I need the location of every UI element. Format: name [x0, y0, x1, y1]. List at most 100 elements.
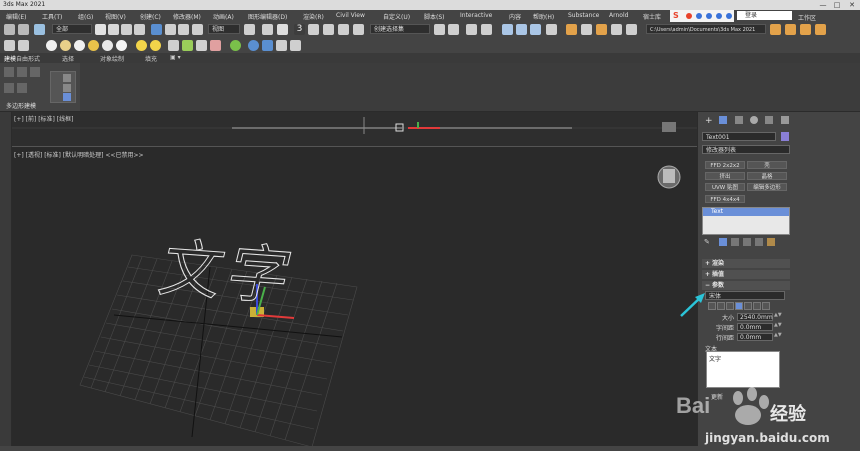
- project-path-dropdown[interactable]: C:\Users\admin\Documents\3ds Max 2021: [646, 24, 766, 34]
- layer-explorer-icon[interactable]: [466, 24, 477, 35]
- place-icon[interactable]: [192, 24, 203, 35]
- hide-icon[interactable]: [18, 40, 29, 51]
- slate-material-icon[interactable]: [546, 24, 557, 35]
- configure-sets-icon[interactable]: [755, 238, 763, 246]
- italic-icon[interactable]: [708, 302, 716, 310]
- justify-icon[interactable]: [753, 302, 761, 310]
- arnold-sky-icon[interactable]: [290, 40, 301, 51]
- render-iterative-icon[interactable]: [626, 24, 637, 35]
- edge-icon[interactable]: [63, 84, 71, 92]
- ime-keyboard-icon[interactable]: [716, 13, 722, 19]
- pin-stack-icon[interactable]: ✎: [704, 238, 712, 246]
- project-open-icon[interactable]: [785, 24, 796, 35]
- ime-menu-icon[interactable]: [726, 13, 732, 19]
- kerning-spinner-icon[interactable]: ▲▼: [774, 323, 782, 331]
- font-dropdown[interactable]: 宋体: [705, 291, 785, 300]
- workspace-label[interactable]: 工作区: [798, 13, 816, 22]
- underline-icon[interactable]: [717, 302, 725, 310]
- project-save-icon[interactable]: [815, 24, 826, 35]
- stack-item-text[interactable]: Text: [703, 208, 789, 216]
- align-center-icon[interactable]: [735, 302, 743, 310]
- teapot-icon[interactable]: [60, 40, 71, 51]
- edit-named-sets-icon[interactable]: [353, 24, 364, 35]
- login-box[interactable]: 登录: [737, 11, 792, 20]
- front-viewport[interactable]: [12, 112, 697, 147]
- named-selection-set-dropdown[interactable]: 创建选择集: [370, 24, 430, 34]
- geosphere-icon[interactable]: [74, 40, 85, 51]
- align-icon[interactable]: [448, 24, 459, 35]
- snap-toggle-icon[interactable]: 3: [294, 24, 305, 35]
- move-icon[interactable]: [151, 24, 162, 35]
- menu-tools[interactable]: 工具(T): [42, 12, 62, 21]
- tab-selection[interactable]: 选择: [62, 54, 74, 63]
- material-editor-icon[interactable]: [530, 24, 541, 35]
- kerning-field[interactable]: 0.0mm: [737, 323, 773, 331]
- keyboard-shortcut-icon[interactable]: [277, 24, 288, 35]
- curve-editor-icon[interactable]: [502, 24, 513, 35]
- rect-selection-icon[interactable]: [121, 24, 132, 35]
- menu-modifiers[interactable]: 修改器(M): [173, 12, 201, 21]
- modifier-lattice-button[interactable]: 晶格: [747, 172, 787, 180]
- menu-scripting[interactable]: 脚本(S): [424, 12, 445, 21]
- undo-icon[interactable]: [4, 24, 15, 35]
- ime-mic-icon[interactable]: [706, 13, 712, 19]
- tab-freeform[interactable]: 自由形式: [16, 54, 40, 63]
- ribbon-tool-5[interactable]: [17, 83, 27, 93]
- object-name-field[interactable]: Text001: [702, 132, 776, 141]
- close-button[interactable]: ✕: [845, 0, 859, 10]
- menu-interactive[interactable]: Interactive: [460, 12, 492, 19]
- leading-field[interactable]: 0.0mm: [737, 333, 773, 341]
- menu-customize[interactable]: 自定义(U): [383, 12, 410, 21]
- ribbon-tool-4[interactable]: [4, 83, 14, 93]
- menu-substance[interactable]: Substance: [568, 12, 599, 19]
- rollout-rendering[interactable]: + 渲染: [702, 259, 790, 268]
- project-new-icon[interactable]: [800, 24, 811, 35]
- polygon-icon[interactable]: [63, 93, 71, 101]
- ribbon-options-icon[interactable]: ▣ ▾: [170, 54, 181, 61]
- render-setup-icon[interactable]: [566, 24, 577, 35]
- hierarchy-tab-icon[interactable]: [735, 116, 743, 124]
- size-field[interactable]: 2540.0mm: [737, 313, 773, 321]
- scale-icon[interactable]: [178, 24, 189, 35]
- skylight-icon[interactable]: [116, 40, 127, 51]
- dynamics-icon[interactable]: [210, 40, 221, 51]
- ribbon-group-label[interactable]: 多边形建模: [6, 101, 36, 110]
- modifier-ffd444-button[interactable]: FFD 4x4x4: [705, 195, 745, 203]
- select-by-name-icon[interactable]: [108, 24, 119, 35]
- scene-text-object[interactable]: 文字: [152, 217, 308, 316]
- ribbon-tool-1[interactable]: [4, 67, 14, 77]
- link-icon[interactable]: [34, 24, 45, 35]
- perspective-viewport[interactable]: 文字: [12, 147, 697, 447]
- rotate-icon[interactable]: [165, 24, 176, 35]
- modify-tab-icon[interactable]: [719, 116, 727, 124]
- grid-snap-icon[interactable]: [168, 40, 179, 51]
- modifier-options-icon[interactable]: [767, 238, 775, 246]
- menu-group[interactable]: 组(G): [78, 12, 93, 21]
- menu-views[interactable]: 视图(V): [105, 12, 126, 21]
- redo-icon[interactable]: [18, 24, 29, 35]
- cloth-icon[interactable]: [196, 40, 207, 51]
- sun-positioner-icon[interactable]: [150, 40, 161, 51]
- render-cloud-icon[interactable]: [611, 24, 622, 35]
- spinner-snap-icon[interactable]: [338, 24, 349, 35]
- sphere-icon[interactable]: [46, 40, 57, 51]
- modifier-ffd222-button[interactable]: FFD 2x2x2: [705, 161, 745, 169]
- create-tab-icon[interactable]: +: [705, 116, 713, 126]
- menu-edit[interactable]: 编辑(E): [6, 12, 26, 21]
- make-unique-icon[interactable]: [731, 238, 739, 246]
- remove-modifier-icon[interactable]: [743, 238, 751, 246]
- extra-align-icon[interactable]: [762, 302, 770, 310]
- ime-toolbar[interactable]: S: [670, 10, 734, 22]
- tab-modeling[interactable]: 建模: [4, 54, 16, 63]
- menu-graph-editors[interactable]: 图形编辑器(D): [248, 12, 287, 21]
- scene-explorer-icon[interactable]: [481, 24, 492, 35]
- pivot-icon[interactable]: [244, 24, 255, 35]
- select-manipulate-icon[interactable]: [262, 24, 273, 35]
- utilities-tab-icon[interactable]: [781, 116, 789, 124]
- render-production-icon[interactable]: [596, 24, 607, 35]
- display-tab-icon[interactable]: [765, 116, 773, 124]
- window-crossing-icon[interactable]: [134, 24, 145, 35]
- ime-punct-icon[interactable]: [696, 13, 702, 19]
- ribbon-tool-2[interactable]: [17, 67, 27, 77]
- selection-filter-dropdown[interactable]: 全部: [52, 24, 92, 34]
